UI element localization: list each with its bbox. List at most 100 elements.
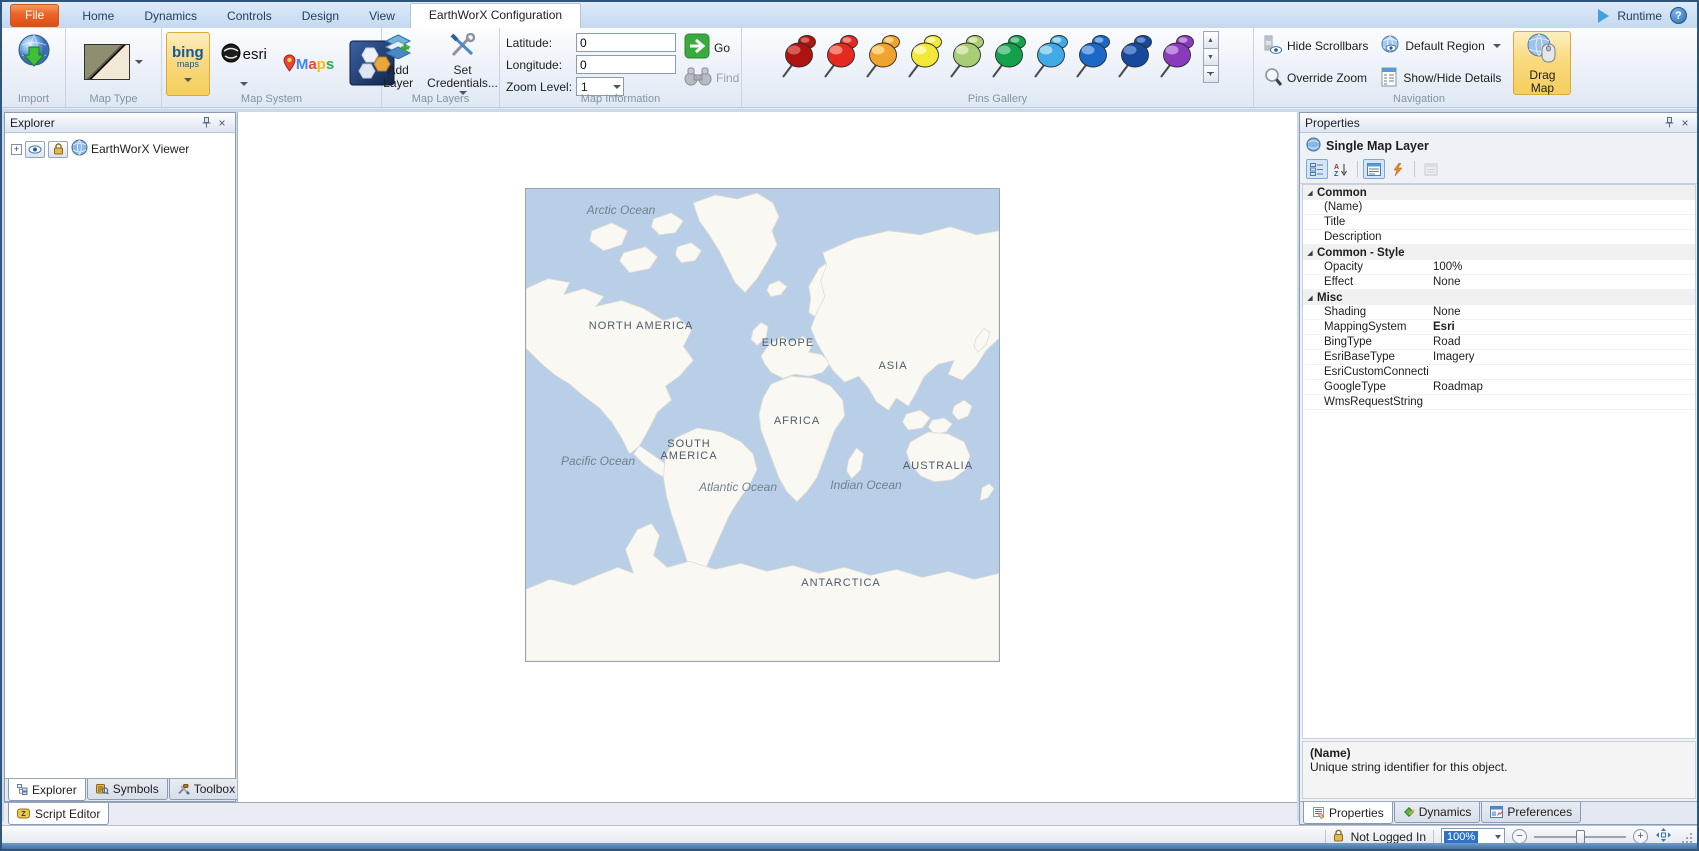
- pushpin-light-green[interactable]: [945, 31, 987, 83]
- visibility-eye-icon[interactable]: [25, 141, 45, 158]
- tree-item-earthworx-viewer[interactable]: + EarthWorX Viewer: [5, 133, 235, 159]
- explorer-pin-icon[interactable]: [198, 115, 214, 130]
- application-window: FileHomeDynamicsControlsDesignViewEarthW…: [0, 0, 1699, 851]
- esri-button[interactable]: esri: [216, 32, 272, 96]
- gallery-scroll-down-icon[interactable]: ▼: [1203, 48, 1219, 66]
- tab-properties[interactable]: Properties: [1303, 802, 1393, 824]
- ribbon-tab-controls[interactable]: Controls: [212, 5, 287, 28]
- map-viewer[interactable]: Arctic OceanNORTH AMERICAEUROPEASIAAFRIC…: [525, 188, 1000, 662]
- gallery-scroll-up-icon[interactable]: ▲: [1203, 31, 1219, 49]
- prefs-icon: [1490, 806, 1503, 818]
- property-row-name[interactable]: (Name): [1303, 200, 1695, 215]
- zoom-slider-thumb[interactable]: [1576, 830, 1585, 844]
- resize-grip[interactable]: [1681, 830, 1693, 844]
- show-hide-details-button[interactable]: Show/Hide Details: [1380, 67, 1501, 90]
- ribbon-tab-earthworx-configuration[interactable]: EarthWorX Configuration: [410, 3, 581, 28]
- property-row-description[interactable]: Description: [1303, 230, 1695, 245]
- property-row-title[interactable]: Title: [1303, 215, 1695, 230]
- property-row-effect[interactable]: EffectNone: [1303, 275, 1695, 290]
- alphabetical-sort-icon[interactable]: AZ: [1330, 159, 1352, 179]
- property-pages-icon[interactable]: [1420, 159, 1442, 179]
- go-button[interactable]: Go: [684, 33, 739, 62]
- pushpin-blue[interactable]: [1071, 31, 1113, 83]
- events-lightning-icon[interactable]: [1387, 159, 1409, 179]
- property-category-common[interactable]: ◢Common: [1303, 185, 1695, 200]
- help-icon[interactable]: ?: [1670, 7, 1687, 24]
- svg-text:Z: Z: [1334, 171, 1339, 176]
- magnifier-icon: [1264, 67, 1282, 90]
- esri-dropdown-icon[interactable]: [240, 82, 248, 86]
- property-row-bingtype[interactable]: BingTypeRoad: [1303, 335, 1695, 350]
- tab-symbols[interactable]: Symbols: [87, 779, 168, 800]
- default-region-button[interactable]: Default Region: [1380, 35, 1501, 58]
- property-row-esricustomconnection[interactable]: EsriCustomConnection: [1303, 365, 1695, 380]
- hide-scrollbars-button[interactable]: Hide Scrollbars: [1264, 35, 1368, 58]
- map-label-indian-ocean: Indian Ocean: [830, 478, 901, 492]
- zoom-out-button[interactable]: −: [1512, 829, 1527, 844]
- pushpin-dark-red[interactable]: [777, 31, 819, 83]
- login-status[interactable]: Not Logged In: [1351, 830, 1426, 844]
- properties-view-icon[interactable]: [1363, 159, 1385, 179]
- bing-maps-button[interactable]: bing maps: [166, 32, 210, 96]
- pushpin-green[interactable]: [987, 31, 1029, 83]
- zoom-combo-dropdown-icon[interactable]: [1495, 835, 1501, 839]
- add-layer-button[interactable]: AddLayer: [378, 31, 418, 92]
- gallery-expand-icon[interactable]: ▼: [1203, 65, 1219, 83]
- window-bottom-edge: [2, 843, 1697, 849]
- longitude-input[interactable]: [576, 55, 676, 74]
- tab-preferences[interactable]: Preferences: [1481, 802, 1581, 823]
- import-button[interactable]: [11, 31, 57, 76]
- design-canvas[interactable]: Arctic OceanNORTH AMERICAEUROPEASIAAFRIC…: [237, 112, 1297, 802]
- lock-icon[interactable]: [48, 141, 68, 158]
- pushpin-purple[interactable]: [1155, 31, 1197, 83]
- property-category-misc[interactable]: ◢Misc: [1303, 290, 1695, 305]
- globe-icon: [71, 139, 88, 159]
- ribbon-tab-design[interactable]: Design: [287, 5, 354, 28]
- find-button[interactable]: Find: [684, 66, 739, 89]
- pushpin-red[interactable]: [819, 31, 861, 83]
- latitude-input[interactable]: [576, 33, 676, 52]
- properties-close-icon[interactable]: ×: [1677, 115, 1693, 130]
- pushpin-light-blue[interactable]: [1029, 31, 1071, 83]
- map-label-africa: AFRICA: [774, 415, 820, 427]
- ribbon-tab-file[interactable]: File: [10, 4, 59, 27]
- pushpin-dark-blue[interactable]: [1113, 31, 1155, 83]
- properties-title: Properties: [1305, 116, 1661, 130]
- pushpin-yellow[interactable]: [903, 31, 945, 83]
- runtime-label[interactable]: Runtime: [1617, 9, 1662, 23]
- map-type-thumbnail[interactable]: [84, 44, 130, 80]
- tab-dynamics[interactable]: Dynamics: [1394, 802, 1481, 823]
- property-row-mappingsystem[interactable]: MappingSystemEsri: [1303, 320, 1695, 335]
- tree-expander-icon[interactable]: +: [11, 144, 22, 155]
- categorized-view-icon[interactable]: [1306, 159, 1328, 179]
- drag-map-button[interactable]: Drag Map: [1513, 31, 1571, 95]
- tab-script-editor[interactable]: ZScript Editor: [8, 803, 109, 825]
- tab-toolbox[interactable]: Toolbox: [169, 779, 244, 800]
- override-zoom-button[interactable]: Override Zoom: [1264, 67, 1368, 90]
- property-category-common-style[interactable]: ◢Common - Style: [1303, 245, 1695, 260]
- map-label-north-america: NORTH AMERICA: [589, 320, 693, 332]
- default-region-dropdown-icon[interactable]: [1493, 44, 1501, 48]
- properties-pin-icon[interactable]: [1661, 115, 1677, 130]
- hide-scrollbars-icon: [1264, 35, 1282, 58]
- ribbon-tab-view[interactable]: View: [354, 5, 410, 28]
- bing-dropdown-icon[interactable]: [184, 78, 192, 82]
- set-credentials-button[interactable]: SetCredentials...: [422, 31, 503, 97]
- property-row-shading[interactable]: ShadingNone: [1303, 305, 1695, 320]
- tab-explorer[interactable]: Explorer: [8, 779, 86, 801]
- runtime-play-icon[interactable]: [1598, 9, 1609, 23]
- map-type-dropdown-icon[interactable]: [135, 60, 143, 64]
- explorer-close-icon[interactable]: ×: [214, 115, 230, 130]
- property-row-googletype[interactable]: GoogleTypeRoadmap: [1303, 380, 1695, 395]
- ribbon-tab-home[interactable]: Home: [67, 5, 129, 28]
- google-maps-button[interactable]: Maps: [278, 32, 339, 96]
- runtime-area: Runtime ?: [1598, 7, 1697, 28]
- svg-text:A: A: [1334, 164, 1339, 171]
- zoom-in-button[interactable]: +: [1633, 829, 1648, 844]
- zoom-level-dropdown-icon[interactable]: [613, 85, 621, 89]
- ribbon-tab-dynamics[interactable]: Dynamics: [129, 5, 212, 28]
- pushpin-orange[interactable]: [861, 31, 903, 83]
- property-row-wmsrequeststring[interactable]: WmsRequestString: [1303, 395, 1695, 410]
- property-row-esribasetype[interactable]: EsriBaseTypeImagery: [1303, 350, 1695, 365]
- property-row-opacity[interactable]: Opacity100%: [1303, 260, 1695, 275]
